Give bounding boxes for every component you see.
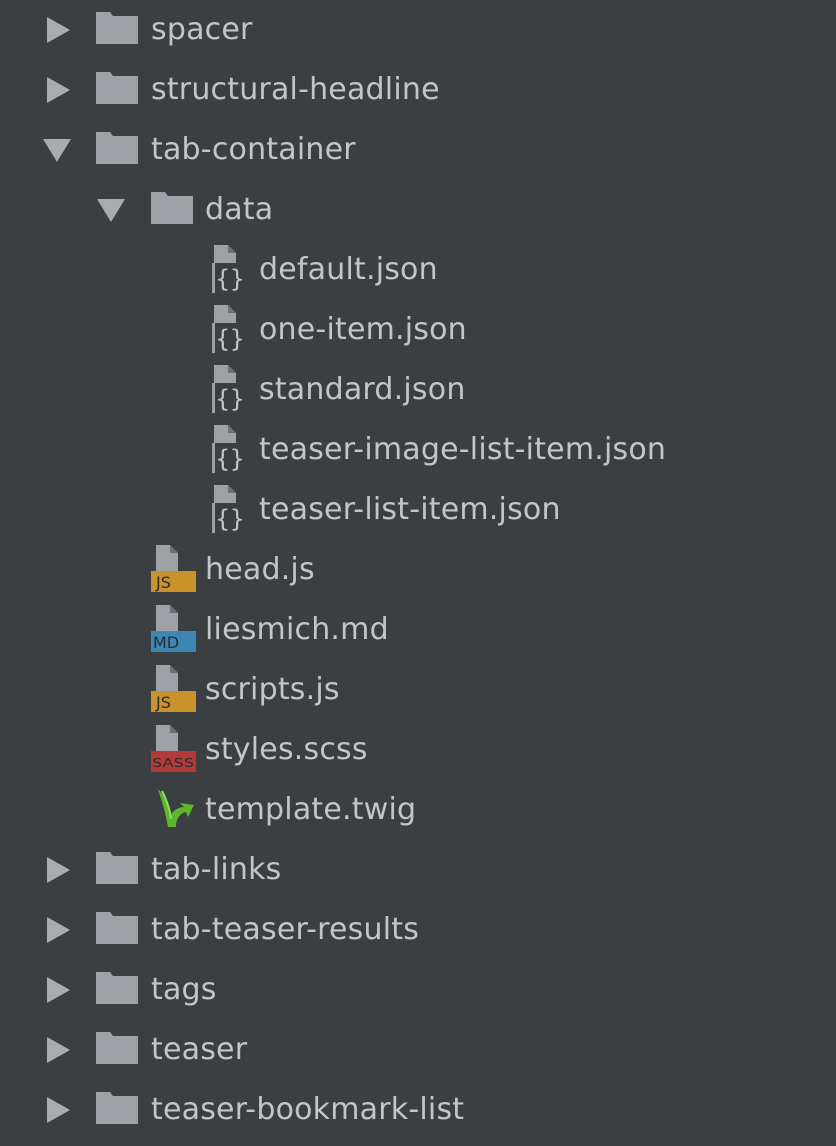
collapse-arrow-icon[interactable]	[43, 139, 71, 162]
svg-text:JS: JS	[155, 693, 171, 712]
project-tree: spacer structural-headline tab-container…	[0, 0, 836, 1146]
folder-icon	[96, 1092, 138, 1124]
js-file-icon: JS	[151, 545, 196, 592]
json-file-icon: {}	[212, 425, 248, 473]
tree-item-label: teaser-image-list-item.json	[259, 432, 667, 467]
folder-icon	[96, 132, 138, 164]
tree-item-tab-container[interactable]: tab-container	[0, 120, 836, 180]
expand-arrow-icon[interactable]	[47, 1037, 70, 1063]
tree-item-spacer[interactable]: spacer	[0, 0, 836, 60]
tree-item-label: teaser-list-item.json	[259, 492, 561, 527]
twig-file-icon	[158, 789, 194, 827]
svg-text:{}: {}	[216, 445, 245, 473]
tree-item-label: head.js	[205, 552, 315, 587]
expand-arrow-icon[interactable]	[47, 77, 70, 103]
tree-item-label: styles.scss	[205, 732, 368, 767]
expand-arrow-icon[interactable]	[47, 857, 70, 883]
tree-item-teaser-image-list-item-json[interactable]: {} teaser-image-list-item.json	[0, 420, 836, 480]
tree-item-default-json[interactable]: {} default.json	[0, 240, 836, 300]
tree-item-one-item-json[interactable]: {} one-item.json	[0, 300, 836, 360]
tree-item-label: scripts.js	[205, 672, 340, 707]
svg-text:JS: JS	[155, 573, 171, 592]
tree-item-tags[interactable]: tags	[0, 960, 836, 1020]
tree-item-tab-teaser-results[interactable]: tab-teaser-results	[0, 900, 836, 960]
tree-item-label: data	[205, 192, 274, 227]
tree-item-label: teaser-bookmark-list	[151, 1092, 465, 1127]
tree-item-template-twig[interactable]: template.twig	[0, 780, 836, 840]
tree-item-label: spacer	[151, 12, 253, 47]
svg-text:{}: {}	[216, 265, 245, 293]
md-file-icon: MD	[151, 605, 196, 652]
folder-icon	[96, 1032, 138, 1064]
tree-item-label: one-item.json	[259, 312, 467, 347]
svg-text:SASS: SASS	[152, 756, 194, 770]
tree-item-data[interactable]: data	[0, 180, 836, 240]
folder-icon	[96, 912, 138, 944]
folder-icon	[151, 192, 193, 224]
tree-item-label: default.json	[259, 252, 438, 287]
json-file-icon: {}	[212, 485, 248, 533]
tree-item-label: template.twig	[205, 792, 417, 827]
tree-item-teaser-bookmark-list[interactable]: teaser-bookmark-list	[0, 1080, 836, 1140]
tree-item-teaser[interactable]: teaser	[0, 1020, 836, 1080]
collapse-arrow-icon[interactable]	[97, 199, 125, 222]
tree-item-standard-json[interactable]: {} standard.json	[0, 360, 836, 420]
svg-text:{}: {}	[216, 505, 245, 533]
tree-item-tab-links[interactable]: tab-links	[0, 840, 836, 900]
json-file-icon: {}	[212, 365, 248, 413]
js-file-icon: JS	[151, 665, 196, 712]
folder-icon	[96, 12, 138, 44]
tree-item-label: structural-headline	[151, 72, 440, 107]
tree-item-label: teaser	[151, 1032, 248, 1067]
tree-item-label: tab-teaser-results	[151, 912, 420, 947]
tree-item-label: liesmich.md	[205, 612, 389, 647]
expand-arrow-icon[interactable]	[47, 17, 70, 43]
tree-item-label: standard.json	[259, 372, 466, 407]
tree-item-label: tab-links	[151, 852, 282, 887]
svg-text:MD: MD	[153, 633, 179, 652]
folder-icon	[96, 852, 138, 884]
folder-icon	[96, 72, 138, 104]
expand-arrow-icon[interactable]	[47, 917, 70, 943]
tree-item-structural-headline[interactable]: structural-headline	[0, 60, 836, 120]
tree-item-head-js[interactable]: JS head.js	[0, 540, 836, 600]
tree-item-teaser-list-item-json[interactable]: {} teaser-list-item.json	[0, 480, 836, 540]
tree-item-label: tab-container	[151, 132, 356, 167]
tree-item-scripts-js[interactable]: JS scripts.js	[0, 660, 836, 720]
tree-item-label: tags	[151, 972, 217, 1007]
tree-item-styles-scss[interactable]: SASS styles.scss	[0, 720, 836, 780]
svg-text:{}: {}	[216, 325, 245, 353]
json-file-icon: {}	[212, 245, 248, 293]
expand-arrow-icon[interactable]	[47, 1097, 70, 1123]
json-file-icon: {}	[212, 305, 248, 353]
svg-text:{}: {}	[216, 385, 245, 413]
folder-icon	[96, 972, 138, 1004]
expand-arrow-icon[interactable]	[47, 977, 70, 1003]
tree-item-liesmich-md[interactable]: MD liesmich.md	[0, 600, 836, 660]
sass-file-icon: SASS	[151, 725, 196, 772]
